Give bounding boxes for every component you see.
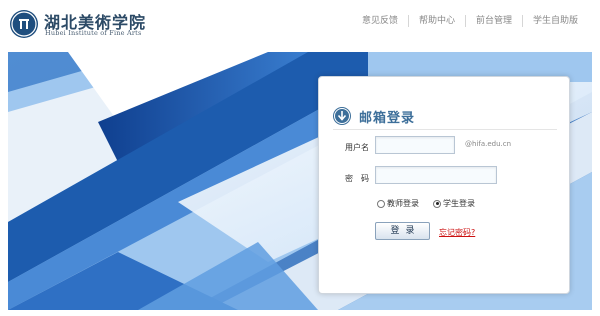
nav-help-link[interactable]: 帮助中心 — [407, 15, 465, 27]
nav-feedback-link[interactable]: 意见反馈 — [352, 15, 408, 27]
radio-student-circle[interactable] — [433, 199, 441, 208]
login-panel: 邮箱登录 用户名 @hifa.edu.cn 密 码 教师登录 学生登录 登录 忘… — [318, 76, 570, 294]
radio-student-login[interactable]: 学生登录 — [433, 198, 475, 209]
top-navigation: 意见反馈 帮助中心 前台管理 学生自助版 — [352, 14, 588, 28]
college-emblem-icon — [10, 10, 38, 38]
radio-teacher-label: 教师登录 — [387, 199, 419, 208]
login-button[interactable]: 登录 — [375, 222, 430, 240]
radio-student-label: 学生登录 — [443, 199, 475, 208]
down-arrow-icon — [333, 107, 351, 125]
header: 湖北美術学院 Hubei Institute of Fine Arts 意见反馈… — [0, 0, 600, 52]
username-label: 用户名 — [345, 143, 369, 152]
login-title: 邮箱登录 — [359, 111, 416, 126]
nav-frontend-admin-link[interactable]: 前台管理 — [464, 15, 522, 27]
radio-teacher-login[interactable]: 教师登录 — [377, 198, 419, 209]
title-divider — [333, 129, 557, 130]
email-domain-suffix: @hifa.edu.cn — [465, 140, 512, 148]
password-label: 密 码 — [345, 174, 369, 183]
username-input[interactable] — [375, 136, 455, 154]
radio-teacher-circle[interactable] — [377, 199, 385, 208]
forgot-password-link[interactable]: 忘记密码? — [439, 227, 475, 238]
nav-student-self-service-link[interactable]: 学生自助版 — [521, 15, 588, 27]
password-input[interactable] — [375, 166, 497, 184]
logo-english-name: Hubei Institute of Fine Arts — [45, 29, 142, 37]
